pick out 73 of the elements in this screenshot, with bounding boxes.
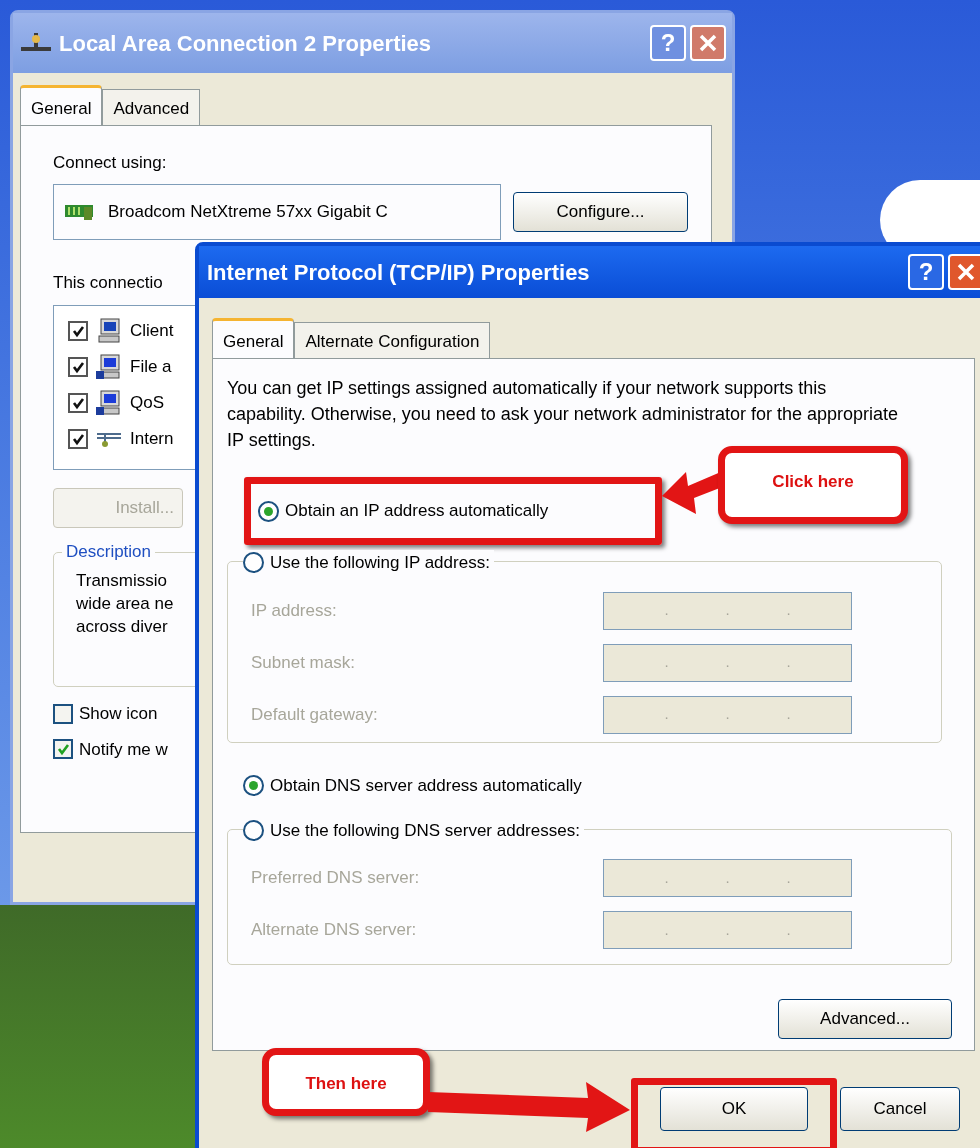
tab[interactable]: General	[20, 85, 103, 125]
adapter-name: Broadcom NetXtreme 57xx Gigabit C	[108, 200, 388, 223]
dot-separator: .	[725, 867, 730, 888]
ok-button[interactable]: OK	[660, 1087, 808, 1131]
close-button[interactable]	[948, 254, 980, 290]
network-card-icon	[64, 202, 94, 221]
configure-button[interactable]: Configure...	[513, 191, 688, 232]
option-label: Show icon	[79, 703, 158, 725]
computer-icon	[96, 354, 122, 380]
close-button[interactable]	[690, 25, 726, 61]
dot-separator: .	[664, 919, 669, 940]
dot-separator: .	[725, 652, 730, 673]
intro-text: You can get IP settings assigned automatically if your network supports this capability. Otherwise, you need to ask your network administrator for the appropriate IP settings.	[227, 377, 899, 452]
dot-separator: .	[786, 704, 791, 725]
advanced-button[interactable]: Advanced...	[778, 998, 952, 1039]
field-label: IP address:	[251, 599, 337, 622]
field-label: Subnet mask:	[251, 651, 355, 674]
dot-separator: .	[786, 867, 791, 888]
dot-separator: .	[725, 600, 730, 621]
dot-separator: .	[664, 652, 669, 673]
check-icon	[56, 742, 70, 756]
callout-text: Click here	[772, 471, 854, 493]
check-icon	[71, 324, 85, 338]
help-button[interactable]: ?	[908, 254, 944, 290]
callout-text: Then here	[305, 1073, 387, 1095]
checkbox[interactable]	[68, 429, 88, 449]
computer-icon	[96, 318, 122, 344]
radio-button[interactable]	[243, 819, 264, 841]
radio-button[interactable]	[243, 552, 264, 574]
description-line: across diver	[76, 616, 168, 638]
dot-separator: .	[786, 652, 791, 673]
check-icon	[71, 432, 85, 446]
close-icon	[698, 33, 718, 53]
radio-label: Use the following IP address:	[270, 552, 490, 574]
dot-separator: .	[664, 704, 669, 725]
tab[interactable]: Advanced	[102, 89, 201, 125]
radio-button[interactable]	[258, 500, 279, 522]
window-title: Local Area Connection 2 Properties	[59, 29, 432, 58]
tab[interactable]: Alternate Configuration	[294, 322, 491, 358]
radio-button[interactable]	[243, 775, 264, 797]
component-name[interactable]: Intern	[130, 426, 174, 452]
checkbox[interactable]	[68, 357, 88, 377]
window-title: Internet Protocol (TCP/IP) Properties	[207, 258, 590, 287]
radio-label: Obtain DNS server address automatically	[270, 775, 582, 797]
component-name[interactable]: Client	[130, 318, 174, 344]
field-label: Default gateway:	[251, 703, 378, 726]
checkbox[interactable]	[53, 739, 73, 760]
cancel-button[interactable]: Cancel	[840, 1087, 960, 1131]
dot-separator: .	[725, 704, 730, 725]
close-icon	[956, 262, 976, 282]
radio-label: Use the following DNS server addresses:	[270, 819, 580, 842]
component-name[interactable]: File a	[130, 354, 172, 380]
description-line: Transmissio	[76, 570, 167, 592]
component-name[interactable]: QoS	[130, 390, 165, 416]
section-label: Connect using:	[53, 152, 167, 174]
checkbox[interactable]	[53, 703, 73, 724]
dot-separator: .	[725, 919, 730, 940]
radio-label: Obtain an IP address automatically	[285, 500, 549, 523]
checkbox[interactable]	[68, 321, 88, 341]
computer-icon	[96, 390, 122, 416]
field-label: Preferred DNS server:	[251, 867, 420, 890]
description-line: wide area ne	[76, 593, 174, 615]
field-label: Alternate DNS server:	[251, 919, 417, 942]
section-label: This connectio	[53, 271, 163, 294]
check-icon	[71, 360, 85, 374]
checkbox[interactable]	[68, 393, 88, 413]
tab[interactable]: General	[212, 318, 295, 358]
check-icon	[71, 396, 85, 410]
dot-separator: .	[664, 867, 669, 888]
dot-separator: .	[664, 600, 669, 621]
dot-separator: .	[786, 600, 791, 621]
option-label: Notify me w	[79, 738, 168, 761]
dot-separator: .	[786, 919, 791, 940]
